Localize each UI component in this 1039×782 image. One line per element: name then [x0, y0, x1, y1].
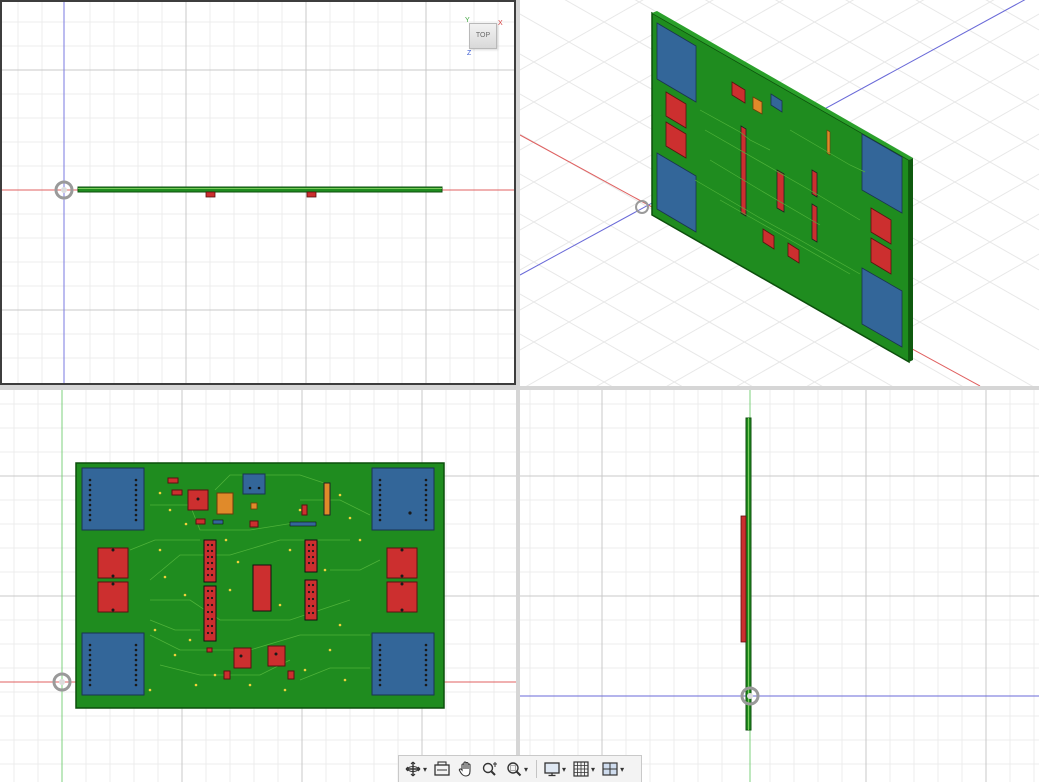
zoom-window-icon [507, 762, 522, 777]
toolbar-separator [536, 760, 538, 778]
relay-module [81, 632, 145, 696]
navigation-toolbar: ▾ ▾ ▾ ▾ ▾ [398, 755, 642, 782]
grid-snap-button[interactable]: ▾ [570, 758, 597, 780]
axis-label-x: X [498, 20, 503, 27]
grid [520, 390, 1039, 782]
zoom-window-button[interactable]: ▾ [503, 758, 530, 780]
pcb-board-face [75, 462, 445, 709]
display-settings-icon [544, 762, 560, 777]
zoom-icon [482, 762, 498, 776]
relay-module [81, 467, 145, 531]
relay-module [371, 467, 435, 531]
front-viewport[interactable] [0, 390, 516, 782]
orbit-button[interactable]: ▾ [402, 758, 429, 780]
orbit-icon [405, 761, 421, 777]
zoom-menu-caret[interactable]: ▾ [524, 765, 528, 774]
look-at-icon [434, 761, 450, 776]
viewports-button[interactable]: ▾ [599, 758, 626, 780]
display-settings-button[interactable]: ▾ [541, 758, 568, 780]
front-view-canvas [0, 390, 516, 782]
relay-module [371, 632, 435, 696]
zoom-button[interactable] [479, 758, 501, 780]
viewports-menu-caret[interactable]: ▾ [620, 765, 624, 774]
axis-label-y: Y [465, 17, 470, 24]
pan-hand-icon [458, 761, 471, 777]
right-view-canvas [520, 390, 1039, 782]
pcb-edge-view [77, 186, 443, 198]
pcb-side-view [740, 417, 752, 731]
isometric-viewport[interactable] [520, 0, 1039, 386]
top-view-canvas [2, 2, 514, 383]
viewcube[interactable]: TOP [469, 23, 497, 49]
grid-menu-caret[interactable]: ▾ [591, 765, 595, 774]
viewcube-label: TOP [475, 32, 491, 39]
look-at-button[interactable] [431, 758, 453, 780]
viewports-icon [602, 762, 618, 776]
top-viewport[interactable]: TOP Y X Z [0, 0, 516, 385]
axis-label-z: Z [467, 50, 472, 57]
isometric-view-canvas [520, 0, 1039, 386]
right-viewport[interactable] [520, 390, 1039, 782]
pan-button[interactable] [455, 758, 477, 780]
pcb-isometric [651, 11, 913, 364]
orbit-menu-caret[interactable]: ▾ [423, 765, 427, 774]
grid-snap-icon [573, 761, 589, 777]
display-menu-caret[interactable]: ▾ [562, 765, 566, 774]
origin-marker-iso [635, 200, 649, 214]
